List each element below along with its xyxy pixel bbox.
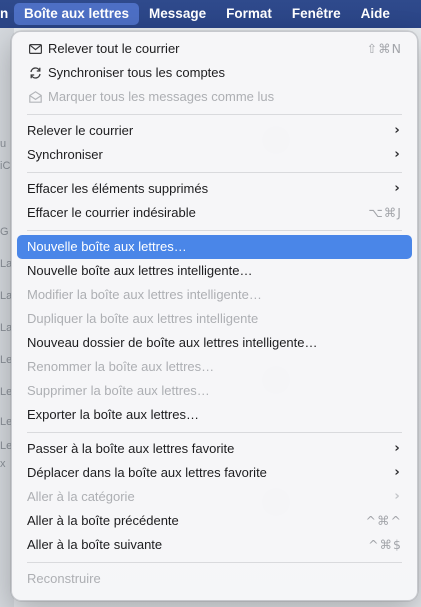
menu-bar: n Boîte aux lettres Message Format Fenêt… bbox=[0, 0, 421, 28]
chevron-right-icon: › bbox=[394, 465, 400, 480]
menu-item-erase-deleted[interactable]: Effacer les éléments supprimés › bbox=[17, 177, 412, 201]
menu-item-move-to-favorite[interactable]: Déplacer dans la boîte aux lettres favor… bbox=[17, 461, 412, 485]
mailbox-menu: Relever tout le courrier ⇧⌘N Synchronise… bbox=[11, 31, 418, 601]
chevron-right-icon: › bbox=[394, 441, 400, 456]
menu-item-label: Passer à la boîte aux lettres favorite bbox=[27, 441, 235, 456]
menubar-item-message[interactable]: Message bbox=[139, 3, 216, 25]
menu-item-label: Effacer les éléments supprimés bbox=[27, 181, 209, 196]
menu-item-new-smart-mailbox-folder[interactable]: Nouveau dossier de boîte aux lettres int… bbox=[17, 331, 412, 355]
menu-item-mark-all-read[interactable]: Marquer tous les messages comme lus bbox=[17, 85, 412, 109]
menubar-item-app[interactable]: n bbox=[0, 3, 8, 25]
shortcut-label: ⇧⌘N bbox=[366, 41, 402, 56]
menu-item-label: Aller à la boîte précédente bbox=[27, 513, 179, 528]
menu-item-new-mailbox[interactable]: Nouvelle boîte aux lettres… bbox=[17, 235, 412, 259]
menubar-item-format[interactable]: Format bbox=[216, 3, 282, 25]
menu-item-fetch-mail[interactable]: Relever le courrier › bbox=[17, 119, 412, 143]
menu-item-label: Nouveau dossier de boîte aux lettres int… bbox=[27, 335, 318, 350]
menu-item-label: Relever le courrier bbox=[27, 123, 134, 138]
menu-item-label: Dupliquer la boîte aux lettres intellige… bbox=[27, 311, 259, 326]
menu-item-label: Aller à la catégorie bbox=[27, 489, 135, 504]
menu-item-label: Relever tout le courrier bbox=[48, 41, 180, 56]
menu-item-rename-mailbox[interactable]: Renommer la boîte aux lettres… bbox=[17, 355, 412, 379]
shortcut-label: ^⌘^ bbox=[365, 513, 402, 528]
envelope-open-icon bbox=[27, 89, 43, 105]
menu-item-go-to-favorite[interactable]: Passer à la boîte aux lettres favorite › bbox=[17, 437, 412, 461]
chevron-right-icon: › bbox=[394, 181, 400, 196]
menu-item-sync-all-accounts[interactable]: Synchroniser tous les comptes bbox=[17, 61, 412, 85]
shortcut-label: ⌥⌘J bbox=[368, 205, 402, 220]
menu-item-label: Nouvelle boîte aux lettres intelligente… bbox=[27, 263, 253, 278]
menu-item-label: Synchroniser bbox=[27, 147, 103, 162]
menubar-item-window[interactable]: Fenêtre bbox=[282, 3, 351, 25]
menu-item-label: Déplacer dans la boîte aux lettres favor… bbox=[27, 465, 267, 480]
menu-item-label: Supprimer la boîte aux lettres… bbox=[27, 383, 210, 398]
menu-item-label: Aller à la boîte suivante bbox=[27, 537, 163, 552]
menubar-item-help[interactable]: Aide bbox=[351, 3, 400, 25]
chevron-right-icon: › bbox=[394, 123, 400, 138]
envelope-icon bbox=[27, 41, 43, 57]
menu-separator bbox=[27, 114, 402, 115]
menu-item-fetch-all-mail[interactable]: Relever tout le courrier ⇧⌘N bbox=[17, 37, 412, 61]
chevron-right-icon: › bbox=[394, 147, 400, 162]
menu-item-next-mailbox[interactable]: Aller à la boîte suivante ^⌘$ bbox=[17, 533, 412, 557]
menubar-item-mailbox[interactable]: Boîte aux lettres bbox=[14, 3, 140, 25]
menu-item-rebuild[interactable]: Reconstruire bbox=[17, 567, 412, 591]
menu-item-export-mailbox[interactable]: Exporter la boîte aux lettres… bbox=[17, 403, 412, 427]
menu-item-label: Reconstruire bbox=[27, 571, 101, 586]
menu-item-label: Renommer la boîte aux lettres… bbox=[27, 359, 215, 374]
menu-item-label: Exporter la boîte aux lettres… bbox=[27, 407, 199, 422]
menu-item-go-to-category[interactable]: Aller à la catégorie › bbox=[17, 485, 412, 509]
menu-item-erase-junk[interactable]: Effacer le courrier indésirable ⌥⌘J bbox=[17, 201, 412, 225]
menu-item-new-smart-mailbox[interactable]: Nouvelle boîte aux lettres intelligente… bbox=[17, 259, 412, 283]
menu-separator bbox=[27, 172, 402, 173]
menu-item-label: Marquer tous les messages comme lus bbox=[48, 89, 275, 104]
sync-icon bbox=[27, 65, 43, 81]
menu-item-edit-smart-mailbox[interactable]: Modifier la boîte aux lettres intelligen… bbox=[17, 283, 412, 307]
menu-item-label: Synchroniser tous les comptes bbox=[48, 65, 226, 80]
menu-item-synchronize[interactable]: Synchroniser › bbox=[17, 143, 412, 167]
menu-separator bbox=[27, 562, 402, 563]
menu-item-duplicate-smart-mailbox[interactable]: Dupliquer la boîte aux lettres intellige… bbox=[17, 307, 412, 331]
menu-item-delete-mailbox[interactable]: Supprimer la boîte aux lettres… bbox=[17, 379, 412, 403]
menu-separator bbox=[27, 230, 402, 231]
menu-item-label: Modifier la boîte aux lettres intelligen… bbox=[27, 287, 262, 302]
menu-item-previous-mailbox[interactable]: Aller à la boîte précédente ^⌘^ bbox=[17, 509, 412, 533]
menu-item-label: Effacer le courrier indésirable bbox=[27, 205, 196, 220]
chevron-right-icon: › bbox=[394, 489, 400, 504]
shortcut-label: ^⌘$ bbox=[368, 537, 402, 552]
menu-item-label: Nouvelle boîte aux lettres… bbox=[27, 239, 187, 254]
menu-separator bbox=[27, 432, 402, 433]
